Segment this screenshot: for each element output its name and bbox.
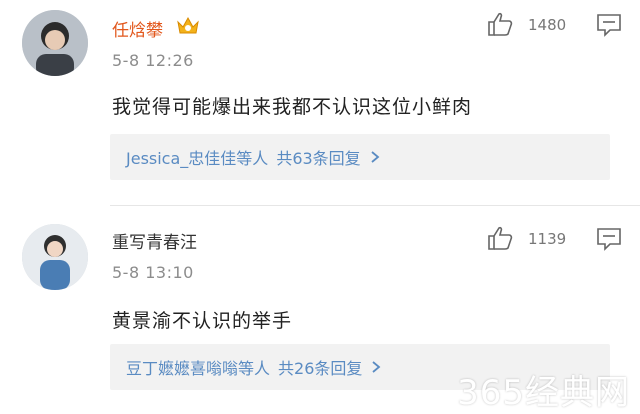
vip-crown-badge-icon [177,16,199,34]
site-watermark: 365经典网 [457,373,630,413]
replies-suffix: 等人 [236,149,269,168]
username[interactable]: 任焓攀 [112,16,163,41]
replies-user[interactable]: 豆丁嬷嬷喜嗡嗡 [126,355,238,379]
chevron-right-icon [371,151,380,163]
thumbs-up-icon[interactable] [486,224,514,252]
chevron-right-icon [372,361,381,373]
replies-user[interactable]: Jessica_忠佳佳 [126,145,236,169]
replies-total[interactable]: 共26条回复 [278,355,362,379]
like-count: 1139 [528,230,567,248]
replies-summary[interactable]: Jessica_忠佳佳 等人 共63条回复 [110,134,610,180]
replies-suffix: 等人 [238,359,271,378]
avatar[interactable] [22,224,88,290]
comment-text: 我觉得可能爆出来我都不认识这位小鲜肉 [112,96,473,118]
comment-time: 5-8 13:10 [112,263,194,282]
comment-time: 5-8 12:26 [112,51,194,70]
like-count: 1480 [528,16,567,34]
comment-icon[interactable] [596,227,622,251]
comment-item: 任焓攀 5-8 12:26 1480 我觉得可能爆出来我都不认识这位小鲜肉 Je… [0,0,640,206]
avatar[interactable] [22,10,88,76]
comment-text: 黄景渝不认识的举手 [112,310,293,332]
replies-total[interactable]: 共63条回复 [276,145,360,169]
username[interactable]: 重写青春汪 [112,228,197,253]
comment-icon[interactable] [596,13,622,37]
thumbs-up-icon[interactable] [486,10,514,38]
